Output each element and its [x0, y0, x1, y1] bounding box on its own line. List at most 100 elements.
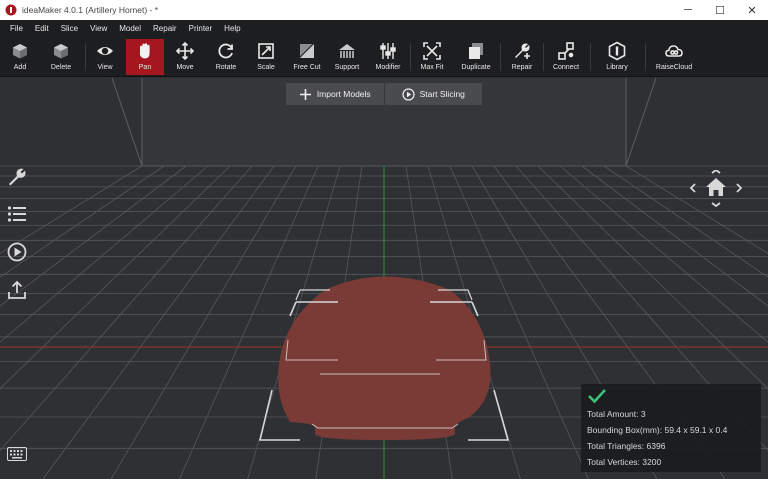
minimize-button[interactable]: ─ — [672, 0, 704, 20]
close-button[interactable]: ✕ — [736, 0, 768, 20]
play-circle-icon — [401, 87, 415, 101]
menu-printer[interactable]: Printer — [183, 24, 219, 33]
camera-navigation[interactable] — [690, 170, 742, 212]
tool-support[interactable]: Support — [330, 39, 364, 75]
plus-icon — [299, 88, 311, 100]
import-models-button[interactable]: Import Models — [286, 83, 384, 105]
menu-bar: File Edit Slice View Model Repair Printe… — [0, 20, 768, 37]
pan-up-icon — [711, 170, 721, 174]
grid-line — [0, 165, 209, 343]
bounding-box: Bounding Box(mm): 59.4 x 59.1 x 0.4 — [587, 425, 728, 435]
wrench-icon[interactable] — [6, 166, 28, 188]
modifier-sliders-icon — [380, 43, 396, 59]
keyboard-icon[interactable] — [7, 447, 27, 461]
scale-icon — [258, 43, 274, 59]
cloud-icon — [665, 45, 683, 57]
connect-icon — [558, 42, 574, 60]
tool-move[interactable]: Move — [168, 39, 202, 75]
add-cube-icon — [13, 44, 27, 59]
tool-add[interactable]: Add — [4, 39, 36, 75]
wrench-icon — [515, 43, 530, 59]
start-slicing-label: Start Slicing — [419, 89, 465, 99]
toolbar-divider — [590, 43, 591, 71]
ideamaker-logo-icon — [5, 4, 17, 16]
total-vertices: Total Vertices: 3200 — [587, 457, 662, 467]
tool-free-cut[interactable]: Free Cut — [288, 39, 326, 75]
tool-view-label: View — [97, 64, 113, 71]
checkmark-icon — [588, 389, 606, 404]
upload-icon[interactable] — [6, 279, 28, 301]
menu-view[interactable]: View — [84, 24, 113, 33]
menu-repair[interactable]: Repair — [147, 24, 183, 33]
rotate-icon — [218, 43, 233, 59]
window-title: ideaMaker 4.0.1 (Artillery Hornet) - * — [22, 5, 159, 15]
cut-icon — [298, 42, 316, 60]
grid-line — [0, 165, 231, 390]
model-info-panel: Total Amount: 3 Bounding Box(mm): 59.4 x… — [581, 384, 761, 472]
title-bar: ideaMaker 4.0.1 (Artillery Hornet) - * ─… — [0, 0, 768, 20]
tool-connect-label: Connect — [552, 64, 580, 71]
tool-support-label: Support — [334, 64, 360, 71]
tool-raisecloud[interactable]: RaiseCloud — [654, 39, 694, 75]
support-icon — [339, 44, 355, 58]
pan-down-icon — [711, 202, 721, 208]
tool-repair[interactable]: Repair — [505, 39, 539, 75]
left-wall-edge — [111, 78, 143, 167]
tool-max-fit[interactable]: Max Fit — [415, 39, 449, 75]
eye-icon — [97, 47, 113, 55]
grid-line — [110, 165, 297, 479]
total-amount: Total Amount: 3 — [587, 409, 646, 419]
tool-connect[interactable]: Connect — [548, 39, 584, 75]
home-icon — [706, 178, 726, 196]
menu-slice[interactable]: Slice — [55, 24, 84, 33]
menu-file[interactable]: File — [4, 24, 29, 33]
tool-delete-label: Delete — [50, 64, 72, 71]
toolbar-divider — [645, 43, 646, 71]
tool-scale-label: Scale — [257, 64, 275, 71]
total-triangles: Total Triangles: 6396 — [587, 441, 666, 451]
tool-modifier-label: Modifier — [375, 64, 401, 71]
maximize-button[interactable]: ☐ — [704, 0, 736, 20]
tool-delete[interactable]: Delete — [44, 39, 78, 75]
tool-free-cut-label: Free Cut — [293, 64, 321, 71]
library-icon — [608, 41, 626, 61]
tool-pan[interactable]: Pan — [126, 39, 164, 75]
duplicate-icon — [469, 43, 483, 59]
grid-line — [0, 165, 253, 452]
tool-rotate[interactable]: Rotate — [208, 39, 244, 75]
menu-edit[interactable]: Edit — [29, 24, 55, 33]
tool-max-fit-label: Max Fit — [420, 64, 444, 71]
play-icon[interactable] — [6, 241, 28, 263]
menu-help[interactable]: Help — [218, 24, 246, 33]
tool-library-label: Library — [606, 64, 628, 71]
move-arrows-icon — [175, 41, 195, 61]
grid-line — [42, 165, 275, 479]
tool-duplicate-label: Duplicate — [461, 64, 491, 71]
start-slicing-button[interactable]: Start Slicing — [383, 83, 483, 105]
tool-rotate-label: Rotate — [215, 64, 237, 71]
tool-duplicate[interactable]: Duplicate — [457, 39, 495, 75]
menu-model[interactable]: Model — [113, 24, 147, 33]
pan-left-icon — [690, 183, 696, 193]
toolbar-divider — [85, 43, 86, 71]
tool-move-label: Move — [176, 64, 194, 71]
tool-scale[interactable]: Scale — [250, 39, 282, 75]
list-icon[interactable] — [6, 203, 28, 225]
tool-add-label: Add — [13, 64, 27, 71]
tool-modifier[interactable]: Modifier — [370, 39, 406, 75]
tool-library[interactable]: Library — [600, 39, 634, 75]
tool-view[interactable]: View — [89, 39, 121, 75]
model-mesh[interactable] — [278, 276, 491, 441]
toolbar-divider — [500, 43, 501, 71]
delete-cube-icon — [54, 44, 68, 59]
tool-raisecloud-label: RaiseCloud — [655, 64, 693, 71]
toolbar-divider — [543, 43, 544, 71]
max-fit-icon — [423, 42, 441, 60]
action-bar: Import Models Start Slicing — [286, 83, 482, 105]
tool-pan-label: Pan — [138, 64, 152, 71]
pan-right-icon — [736, 183, 742, 193]
import-models-label: Import Models — [316, 89, 371, 99]
hand-icon — [140, 43, 150, 59]
toolbar-divider — [410, 43, 411, 71]
toolbar: Add Delete View Pan Move Rotate Scale Fr… — [0, 37, 768, 77]
